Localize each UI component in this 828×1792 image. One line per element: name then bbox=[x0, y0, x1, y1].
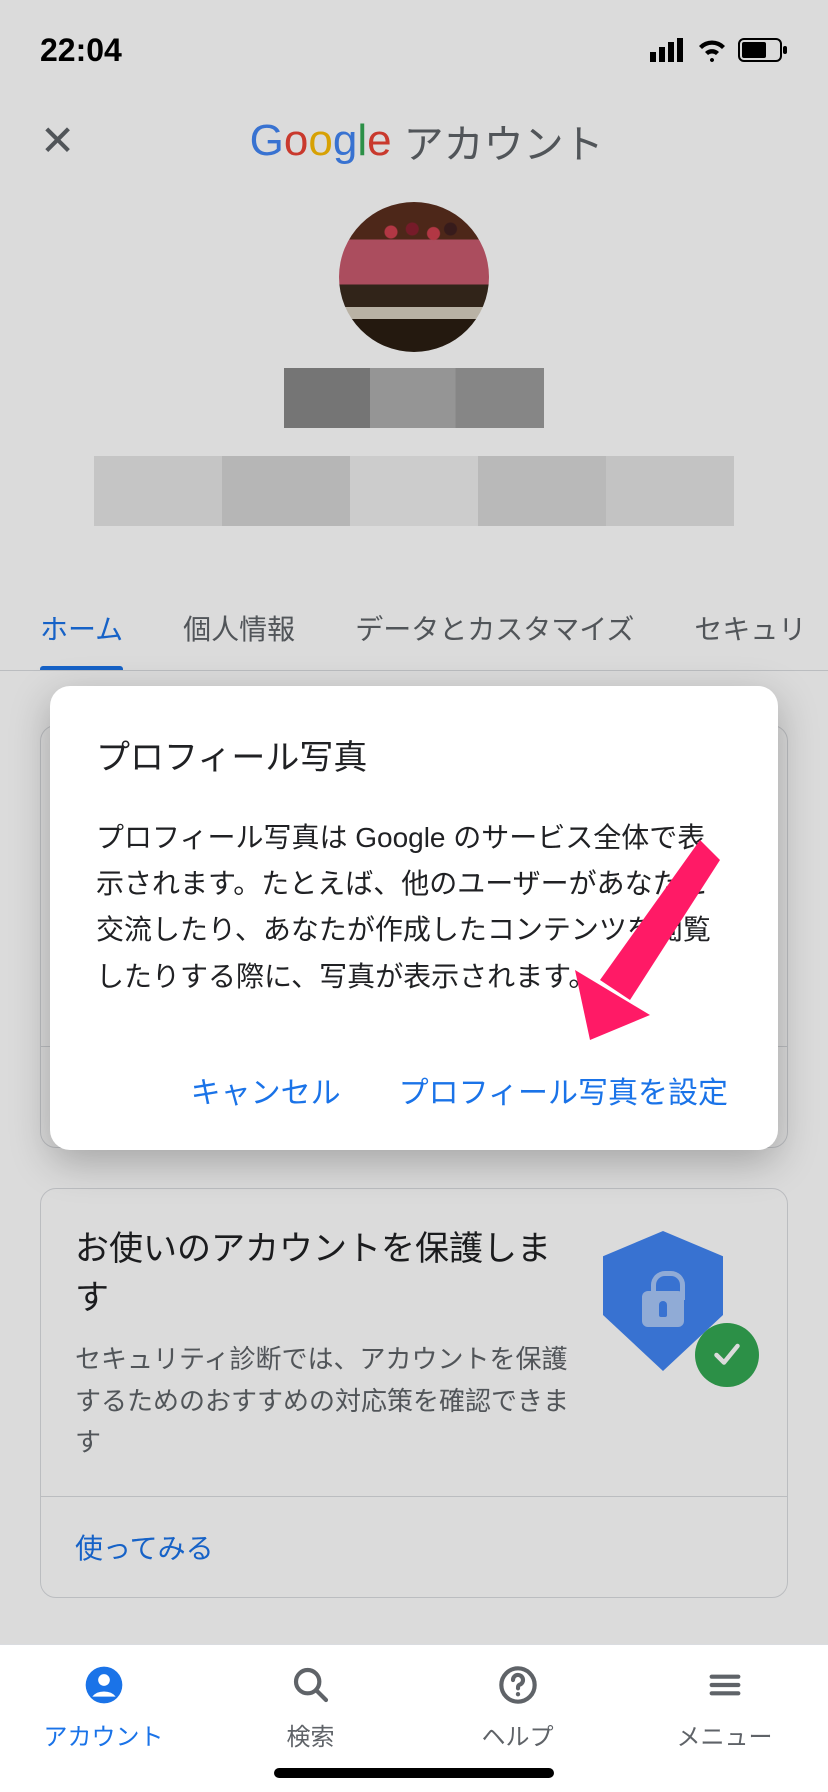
nav-menu[interactable]: メニュー bbox=[621, 1663, 828, 1752]
account-icon bbox=[82, 1663, 126, 1707]
search-icon bbox=[289, 1663, 333, 1707]
nav-help-label: ヘルプ bbox=[482, 1717, 554, 1752]
nav-account[interactable]: アカウント bbox=[0, 1663, 207, 1752]
menu-icon bbox=[703, 1663, 747, 1707]
profile-photo-dialog: プロフィール写真 プロフィール写真は Google のサービス全体で表示されます… bbox=[50, 686, 778, 1150]
nav-search-label: 検索 bbox=[287, 1717, 335, 1752]
cancel-button[interactable]: キャンセル bbox=[187, 1060, 345, 1120]
confirm-button[interactable]: プロフィール写真を設定 bbox=[395, 1060, 732, 1120]
dialog-title: プロフィール写真 bbox=[96, 730, 732, 779]
nav-search[interactable]: 検索 bbox=[207, 1663, 414, 1752]
nav-help[interactable]: ヘルプ bbox=[414, 1663, 621, 1752]
dialog-body: プロフィール写真は Google のサービス全体で表示されます。たとえば、他のユ… bbox=[96, 815, 732, 1000]
dialog-actions: キャンセル プロフィール写真を設定 bbox=[96, 1060, 732, 1120]
nav-account-label: アカウント bbox=[44, 1717, 164, 1752]
help-icon bbox=[496, 1663, 540, 1707]
home-indicator[interactable] bbox=[274, 1768, 554, 1778]
nav-menu-label: メニュー bbox=[677, 1717, 773, 1752]
